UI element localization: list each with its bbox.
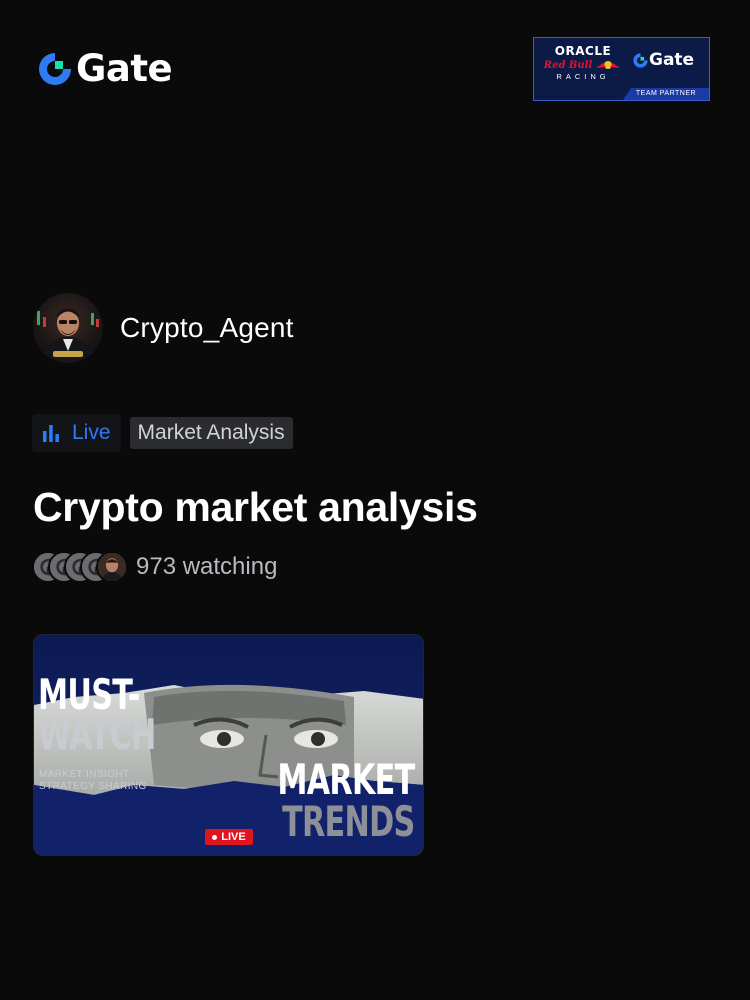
thumbnail-trends: MARKET TRENDS <box>277 755 416 846</box>
viewer-count: 973 watching <box>32 551 277 583</box>
watching-count: 973 watching <box>136 553 278 580</box>
gate-logo-icon <box>39 53 71 85</box>
stream-thumbnail[interactable]: MUST- WATCH MARKET INSIGHT STRATEGY SHAR… <box>33 634 424 856</box>
live-stream-card: Gate ORACLE Red Bull RACING Gate TEAM PA… <box>0 0 750 1000</box>
headline-line-2: WATCH <box>38 710 156 759</box>
thumbnail-subtitle: MARKET INSIGHT STRATEGY SHARING <box>39 769 147 793</box>
stream-title: Crypto market analysis <box>33 484 478 530</box>
viewer-avatars <box>32 551 128 583</box>
partner-gate-text: Gate <box>649 50 695 70</box>
headline-line-1: MUST- <box>38 670 140 719</box>
thumbnail-headline: MUST- WATCH <box>38 670 156 759</box>
bull-icon <box>596 61 621 69</box>
host-info[interactable]: Crypto_Agent <box>33 293 294 363</box>
live-dot-icon <box>212 834 218 840</box>
host-avatar[interactable] <box>33 293 103 363</box>
oracle-text: ORACLE <box>554 44 612 58</box>
host-avatar-image <box>37 308 99 363</box>
subtitle-line-2: STRATEGY SHARING <box>39 781 147 792</box>
live-tag: Live <box>32 414 121 452</box>
redbull-text: Red Bull <box>543 59 593 71</box>
gate-mini-logo-icon <box>633 53 648 68</box>
trends-line-2: TRENDS <box>282 797 416 846</box>
category-tag[interactable]: Market Analysis <box>129 417 293 449</box>
live-badge-label: LIVE <box>221 831 246 843</box>
host-name[interactable]: Crypto_Agent <box>120 312 294 344</box>
team-partner-label: TEAM PARTNER <box>623 88 709 100</box>
live-bars-icon <box>43 425 59 442</box>
gate-logo[interactable]: Gate <box>36 47 173 90</box>
live-badge: LIVE <box>205 829 253 845</box>
live-tag-label: Live <box>72 421 111 444</box>
gate-logo-text: Gate <box>76 47 173 90</box>
viewer-avatar <box>96 551 128 583</box>
stream-tags: Live Market Analysis <box>32 414 293 452</box>
racing-text: RACING <box>556 72 610 81</box>
trends-line-1: MARKET <box>277 755 416 804</box>
team-partner-badge: ORACLE Red Bull RACING Gate TEAM PARTNER <box>533 37 710 101</box>
subtitle-line-1: MARKET INSIGHT <box>39 769 130 780</box>
